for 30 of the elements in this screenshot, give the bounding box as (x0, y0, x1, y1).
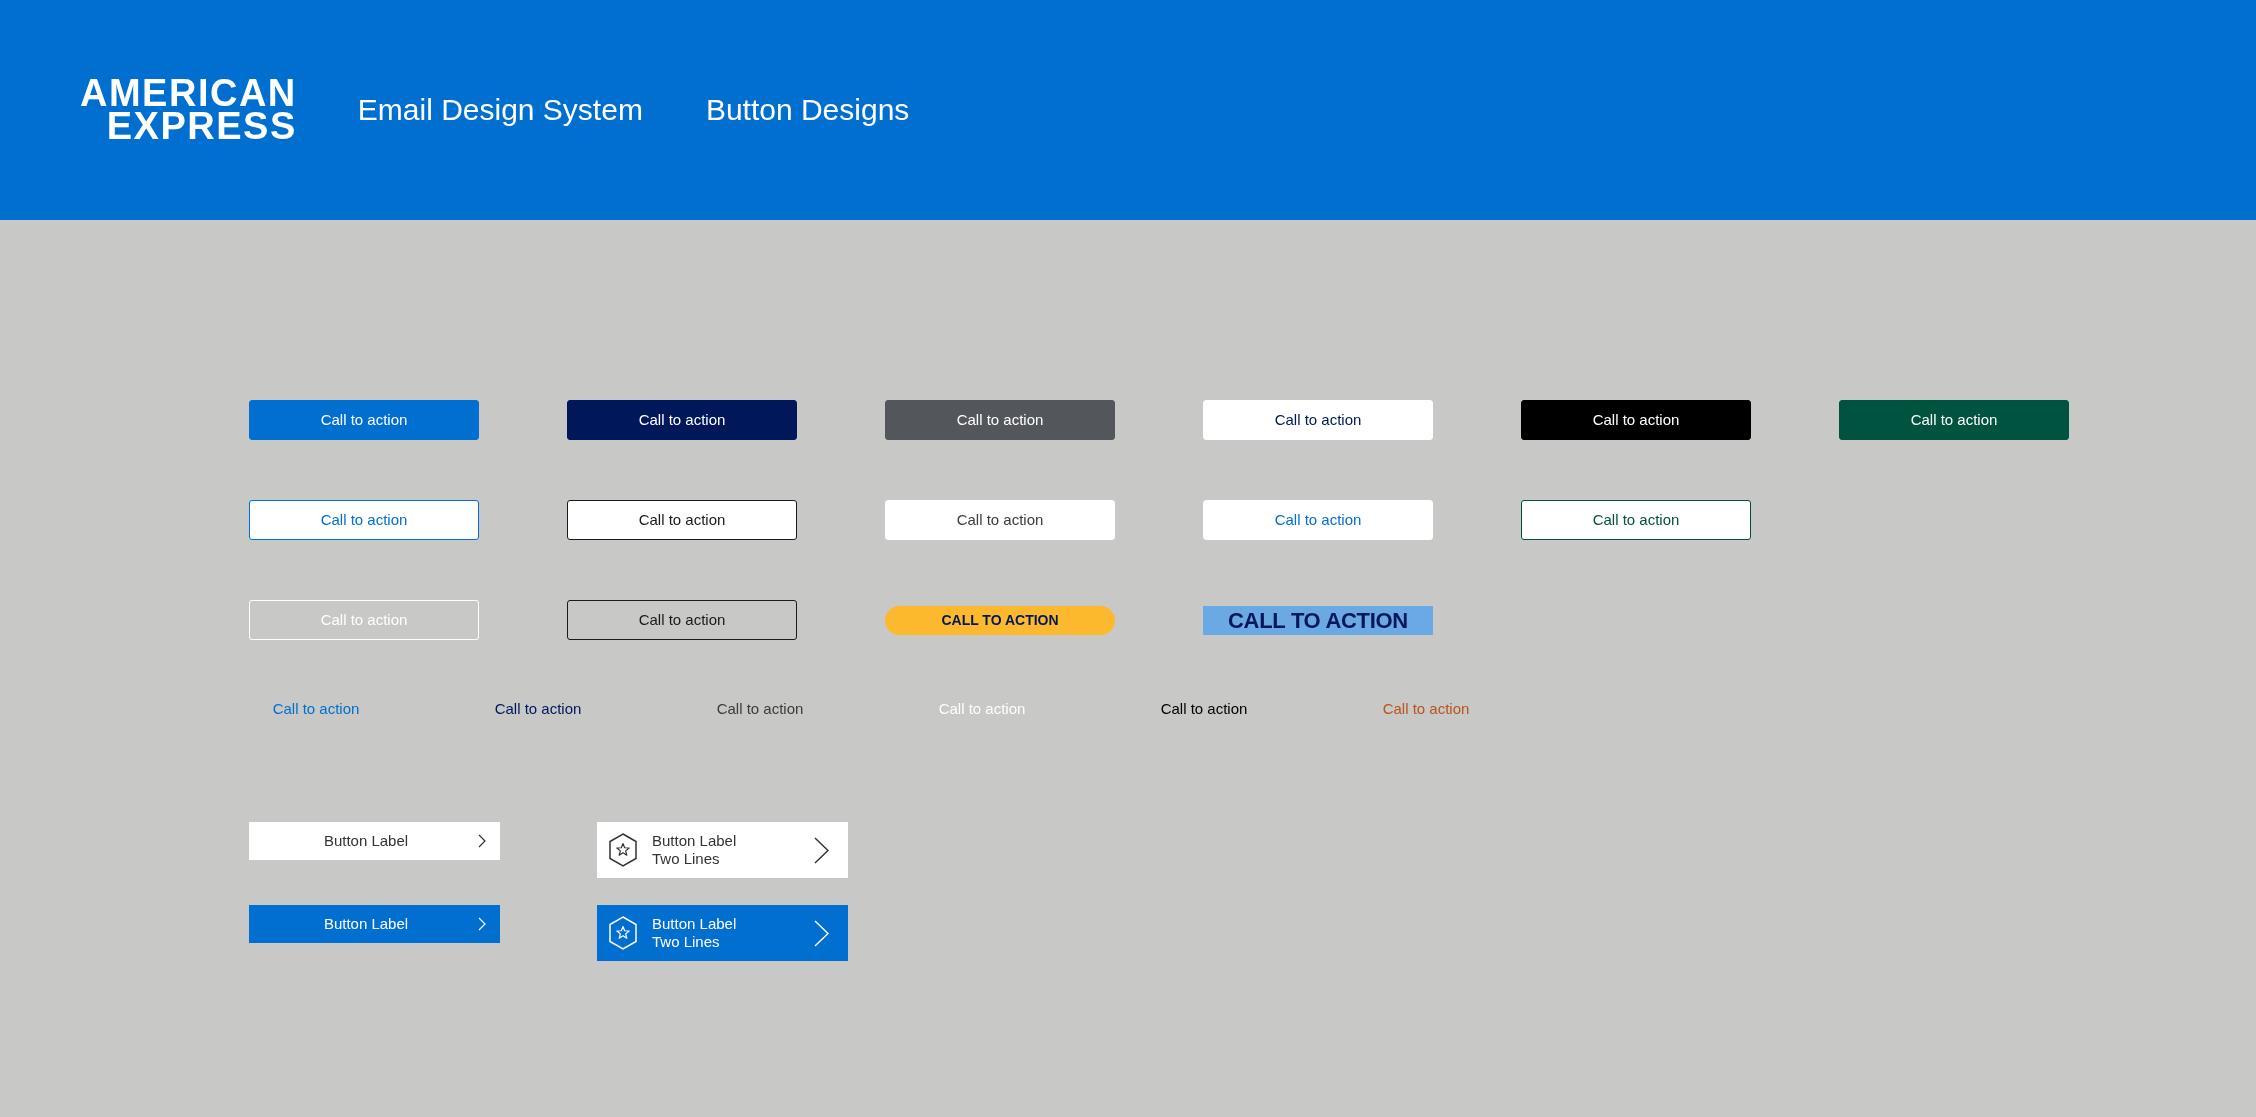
text-link[interactable]: Call to action (1160, 700, 1248, 718)
arrow-button[interactable]: Button Label Two Lines (597, 822, 848, 878)
text-link[interactable]: Call to action (494, 700, 582, 718)
arrow-button[interactable]: Button Label (249, 822, 500, 860)
arrow-button[interactable]: Button Label Two Lines (597, 905, 848, 961)
cta-button[interactable]: Call to action (1203, 400, 1433, 440)
chevron-right-icon (814, 836, 829, 864)
hexagon-star-icon (609, 833, 637, 867)
hexagon-star-icon (609, 916, 637, 950)
cta-button[interactable]: Call to action (1203, 500, 1433, 540)
chevron-right-icon (478, 834, 486, 848)
cta-button[interactable]: Call to action (567, 400, 797, 440)
cta-button[interactable]: Call to action (249, 400, 479, 440)
cta-button[interactable]: Call to action (1839, 400, 2069, 440)
banner-button[interactable]: CALL TO ACTION (1203, 605, 1433, 635)
cta-button[interactable]: Call to action (885, 500, 1115, 540)
cta-button[interactable]: Call to action (249, 500, 479, 540)
header-title: Button Designs (705, 93, 910, 127)
pill-button[interactable]: CALL TO ACTION (885, 605, 1115, 635)
cta-button[interactable]: Call to action (567, 600, 797, 640)
text-link[interactable]: Call to action (716, 700, 804, 718)
chevron-right-icon (814, 919, 829, 947)
arrow-button[interactable]: Button Label (249, 905, 500, 943)
header-title: Email Design System (357, 93, 643, 127)
cta-button[interactable]: Call to action (1521, 500, 1751, 540)
cta-button[interactable]: Call to action (567, 500, 797, 540)
chevron-right-icon (478, 917, 486, 931)
cta-button[interactable]: Call to action (885, 400, 1115, 440)
brand-logo: AMERICAN EXPRESS (80, 77, 297, 143)
cta-button[interactable]: Call to action (1521, 400, 1751, 440)
